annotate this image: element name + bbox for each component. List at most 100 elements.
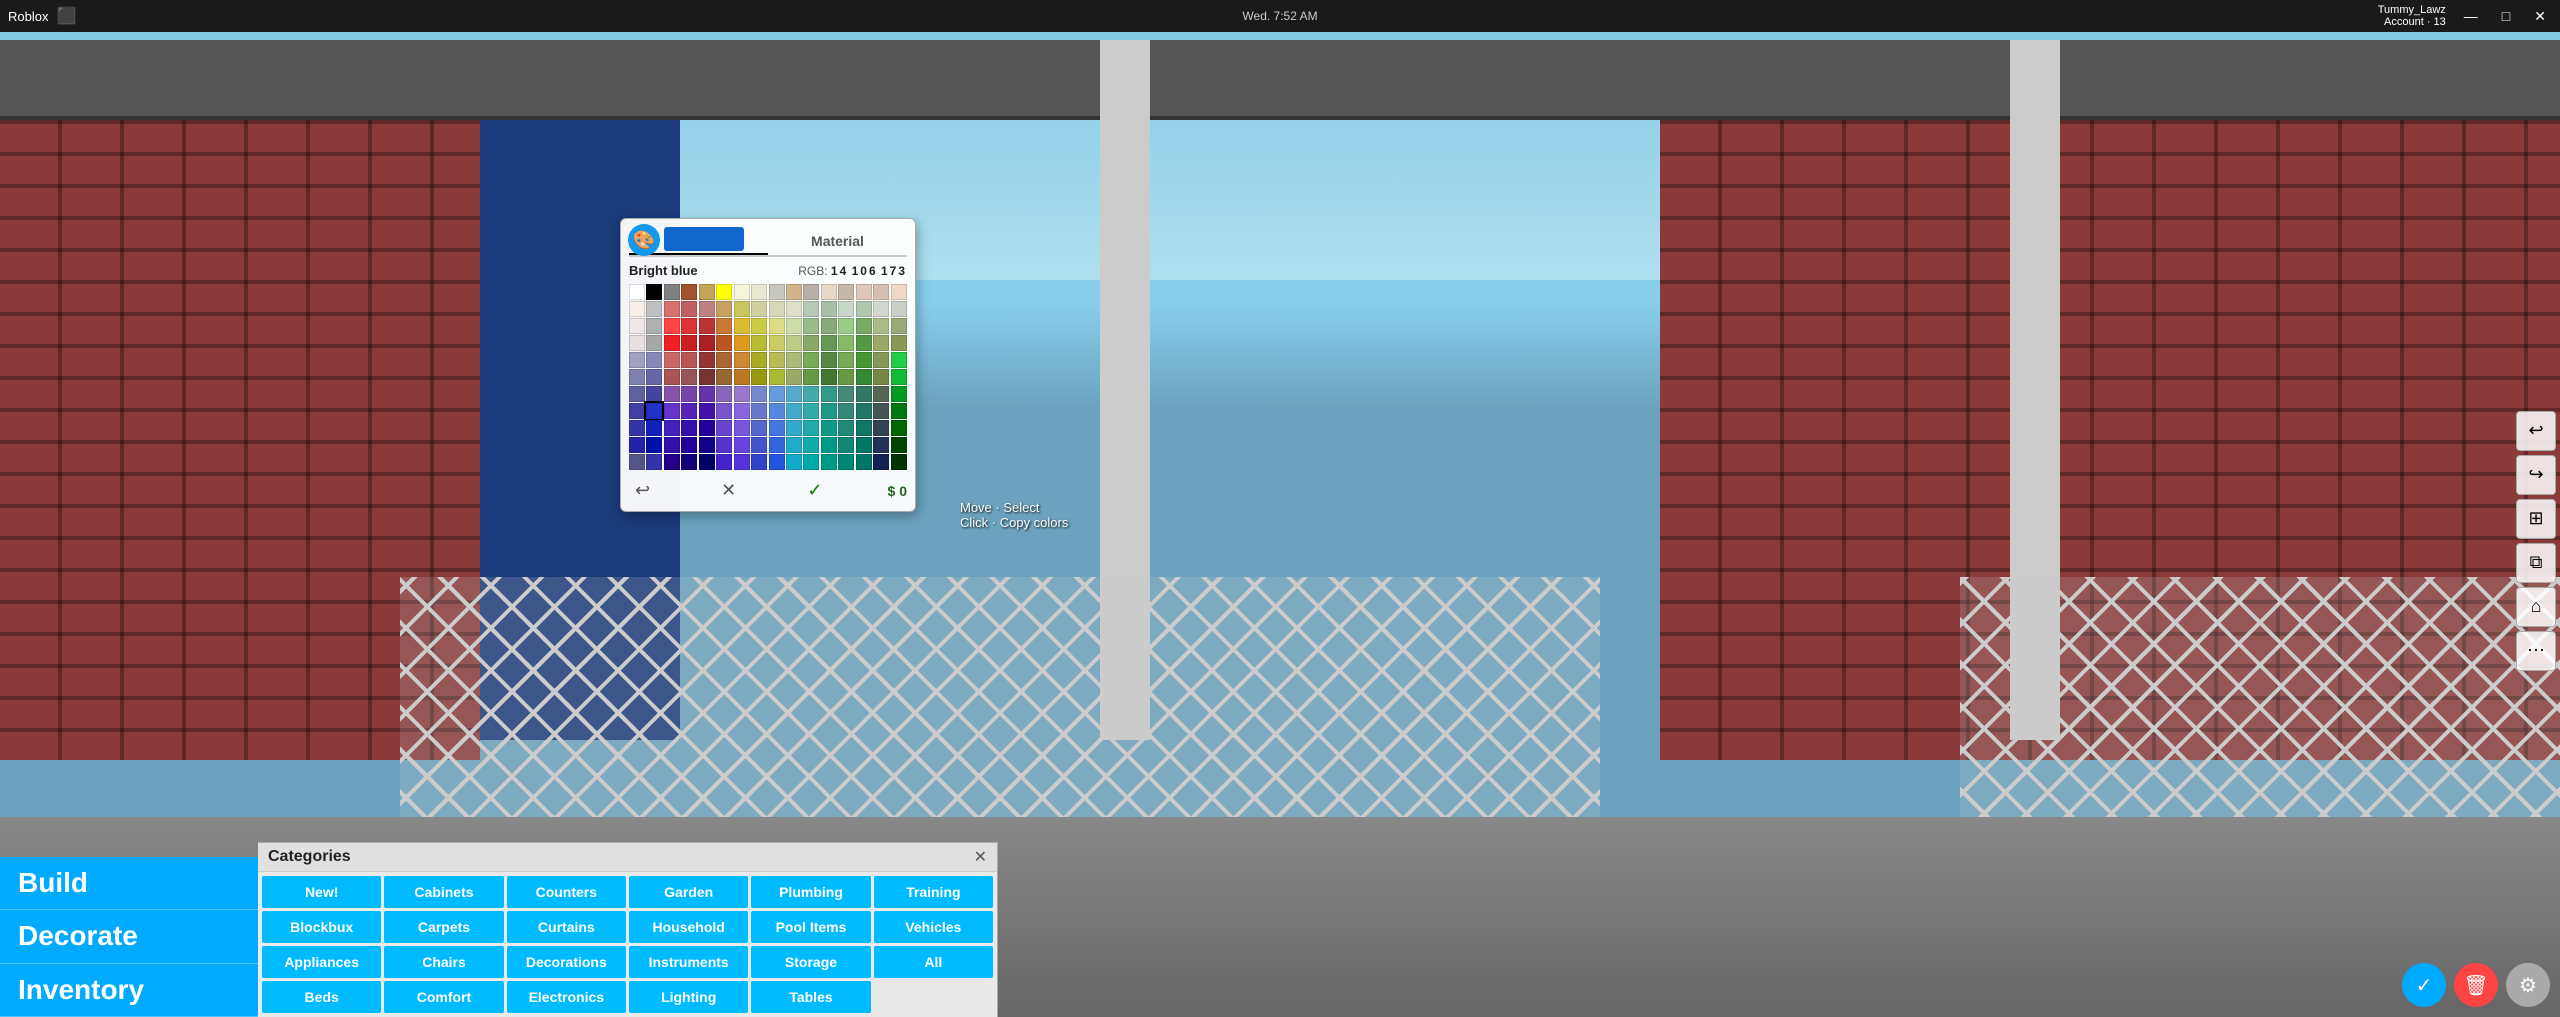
color-cell-4-7[interactable] <box>751 352 767 368</box>
color-cell-7-13[interactable] <box>856 403 872 419</box>
color-cell-9-10[interactable] <box>803 437 819 453</box>
color-cell-2-1[interactable] <box>646 318 662 334</box>
color-cell-8-15[interactable] <box>891 420 907 436</box>
color-cell-8-13[interactable] <box>856 420 872 436</box>
color-cell-9-11[interactable] <box>821 437 837 453</box>
color-cell-3-14[interactable] <box>873 335 889 351</box>
color-cell-6-15[interactable] <box>891 386 907 402</box>
category-button-pool-items[interactable]: Pool Items <box>751 911 870 943</box>
color-cell-1-6[interactable] <box>734 301 750 317</box>
color-cell-5-15[interactable] <box>891 369 907 385</box>
color-cell-9-2[interactable] <box>664 437 680 453</box>
color-cell-9-13[interactable] <box>856 437 872 453</box>
color-cell-0-13[interactable] <box>856 284 872 300</box>
color-cell-0-2[interactable] <box>664 284 680 300</box>
color-cell-6-7[interactable] <box>751 386 767 402</box>
color-cell-0-8[interactable] <box>769 284 785 300</box>
color-cell-0-10[interactable] <box>803 284 819 300</box>
undo-color-button[interactable]: ↩ <box>629 478 656 503</box>
color-cell-8-11[interactable] <box>821 420 837 436</box>
color-cell-8-5[interactable] <box>716 420 732 436</box>
color-cell-0-14[interactable] <box>873 284 889 300</box>
color-cell-5-10[interactable] <box>803 369 819 385</box>
color-cell-0-1[interactable] <box>646 284 662 300</box>
color-cell-1-7[interactable] <box>751 301 767 317</box>
color-cell-1-3[interactable] <box>681 301 697 317</box>
color-cell-10-14[interactable] <box>873 454 889 470</box>
confirm-color-button[interactable]: ✓ <box>801 478 828 503</box>
category-button-garden[interactable]: Garden <box>629 876 748 908</box>
color-cell-1-14[interactable] <box>873 301 889 317</box>
category-button-lighting[interactable]: Lighting <box>629 981 748 1013</box>
category-button-decorations[interactable]: Decorations <box>507 946 626 978</box>
color-cell-6-12[interactable] <box>838 386 854 402</box>
color-cell-1-4[interactable] <box>699 301 715 317</box>
color-cell-6-6[interactable] <box>734 386 750 402</box>
color-cell-2-13[interactable] <box>856 318 872 334</box>
color-cell-8-14[interactable] <box>873 420 889 436</box>
color-cell-8-0[interactable] <box>629 420 645 436</box>
category-button-beds[interactable]: Beds <box>262 981 381 1013</box>
color-cell-2-2[interactable] <box>664 318 680 334</box>
color-cell-6-9[interactable] <box>786 386 802 402</box>
category-button-all[interactable]: All <box>874 946 993 978</box>
color-cell-4-2[interactable] <box>664 352 680 368</box>
color-cell-0-6[interactable] <box>734 284 750 300</box>
color-cell-3-6[interactable] <box>734 335 750 351</box>
build-button[interactable]: Build <box>0 857 258 910</box>
category-button-cabinets[interactable]: Cabinets <box>384 876 503 908</box>
color-cell-1-11[interactable] <box>821 301 837 317</box>
color-cell-6-8[interactable] <box>769 386 785 402</box>
color-cell-7-15[interactable] <box>891 403 907 419</box>
color-cell-2-6[interactable] <box>734 318 750 334</box>
color-cell-9-6[interactable] <box>734 437 750 453</box>
color-cell-9-3[interactable] <box>681 437 697 453</box>
copy-button[interactable]: ⧉ <box>2516 543 2556 583</box>
color-cell-0-4[interactable] <box>699 284 715 300</box>
inventory-button[interactable]: Inventory <box>0 964 258 1017</box>
color-cell-3-4[interactable] <box>699 335 715 351</box>
color-cell-4-1[interactable] <box>646 352 662 368</box>
color-cell-9-4[interactable] <box>699 437 715 453</box>
color-cell-10-15[interactable] <box>891 454 907 470</box>
color-cell-9-15[interactable] <box>891 437 907 453</box>
color-cell-3-0[interactable] <box>629 335 645 351</box>
color-cell-1-10[interactable] <box>803 301 819 317</box>
color-cell-7-3[interactable] <box>681 403 697 419</box>
color-cell-5-1[interactable] <box>646 369 662 385</box>
color-cell-10-0[interactable] <box>629 454 645 470</box>
category-button-vehicles[interactable]: Vehicles <box>874 911 993 943</box>
category-button-chairs[interactable]: Chairs <box>384 946 503 978</box>
category-button-carpets[interactable]: Carpets <box>384 911 503 943</box>
color-cell-8-4[interactable] <box>699 420 715 436</box>
color-cell-1-12[interactable] <box>838 301 854 317</box>
color-cell-3-12[interactable] <box>838 335 854 351</box>
category-button-curtains[interactable]: Curtains <box>507 911 626 943</box>
color-cell-3-3[interactable] <box>681 335 697 351</box>
color-cell-7-1[interactable] <box>646 403 662 419</box>
color-cell-6-13[interactable] <box>856 386 872 402</box>
category-button-instruments[interactable]: Instruments <box>629 946 748 978</box>
color-cell-10-13[interactable] <box>856 454 872 470</box>
color-cell-4-9[interactable] <box>786 352 802 368</box>
color-cell-0-3[interactable] <box>681 284 697 300</box>
color-cell-4-12[interactable] <box>838 352 854 368</box>
color-cell-8-2[interactable] <box>664 420 680 436</box>
color-cell-9-8[interactable] <box>769 437 785 453</box>
color-cell-3-11[interactable] <box>821 335 837 351</box>
color-cell-2-12[interactable] <box>838 318 854 334</box>
color-cell-4-13[interactable] <box>856 352 872 368</box>
color-cell-3-9[interactable] <box>786 335 802 351</box>
color-cell-10-9[interactable] <box>786 454 802 470</box>
category-button-counters[interactable]: Counters <box>507 876 626 908</box>
color-cell-5-2[interactable] <box>664 369 680 385</box>
category-button-training[interactable]: Training <box>874 876 993 908</box>
color-cell-8-8[interactable] <box>769 420 785 436</box>
color-cell-7-12[interactable] <box>838 403 854 419</box>
color-cell-8-12[interactable] <box>838 420 854 436</box>
palette-icon[interactable]: 🎨 <box>628 224 660 256</box>
color-cell-4-10[interactable] <box>803 352 819 368</box>
color-cell-1-13[interactable] <box>856 301 872 317</box>
close-button[interactable]: ✕ <box>2528 6 2552 27</box>
minimize-button[interactable]: — <box>2458 6 2484 26</box>
